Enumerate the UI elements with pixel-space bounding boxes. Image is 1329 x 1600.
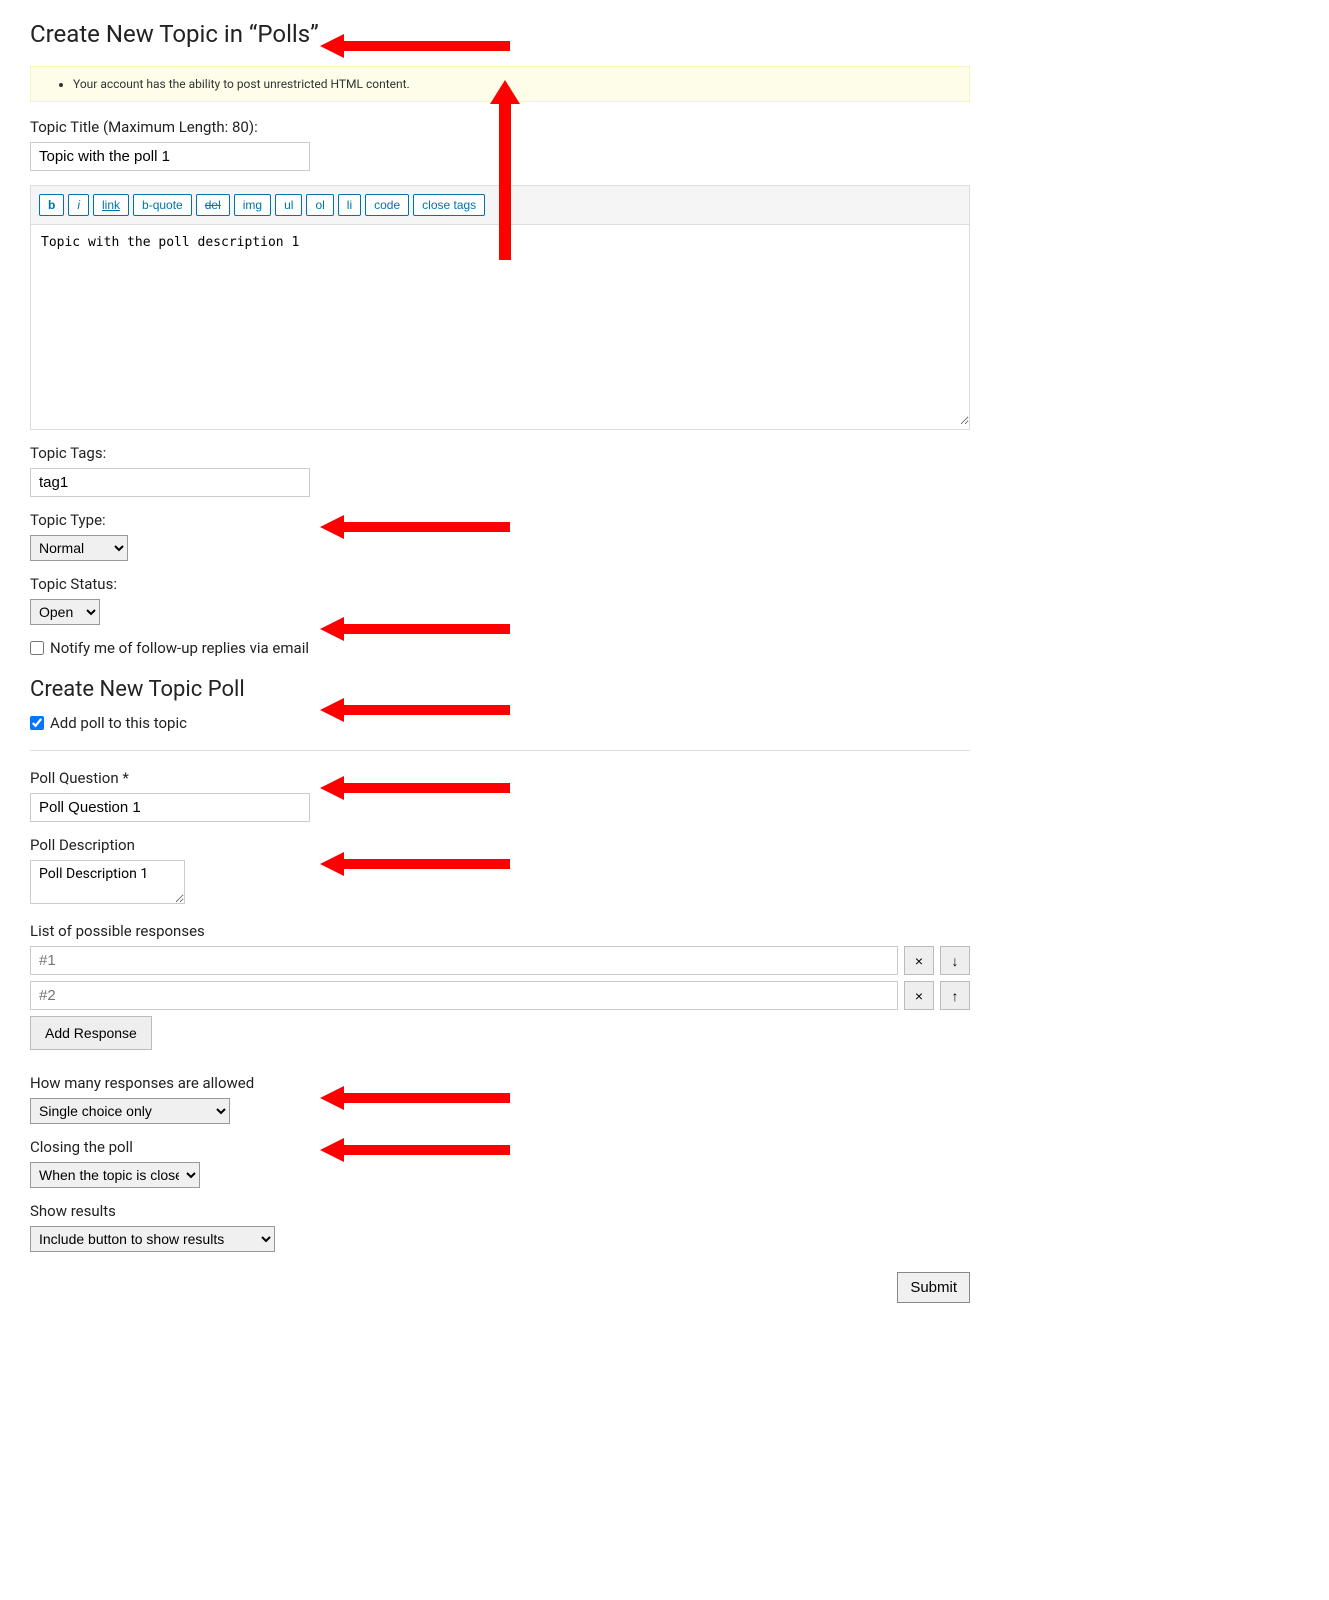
add-poll-checkbox[interactable]: [30, 716, 44, 730]
topic-tags-input[interactable]: [30, 468, 310, 497]
response-down-1[interactable]: ↓: [940, 946, 970, 975]
closing-select[interactable]: When the topic is closed: [30, 1162, 200, 1188]
poll-heading: Create New Topic Poll: [30, 677, 970, 702]
closing-label: Closing the poll: [30, 1138, 970, 1156]
add-poll-label: Add poll to this topic: [50, 714, 187, 732]
show-results-select[interactable]: Include button to show results: [30, 1226, 275, 1252]
notice-text: Your account has the ability to post unr…: [73, 77, 955, 91]
notify-label: Notify me of follow-up replies via email: [50, 639, 309, 657]
page-title: Create New Topic in “Polls”: [30, 20, 970, 48]
response-row: × ↓: [30, 946, 970, 975]
editor-btn-del[interactable]: del: [196, 194, 230, 216]
topic-status-select[interactable]: Open: [30, 599, 100, 625]
response-remove-1[interactable]: ×: [904, 946, 934, 975]
editor-btn-code[interactable]: code: [365, 194, 409, 216]
editor-btn-img[interactable]: img: [234, 194, 271, 216]
responses-label: List of possible responses: [30, 922, 970, 940]
editor-textarea[interactable]: [31, 225, 969, 425]
topic-status-label: Topic Status:: [30, 575, 970, 593]
topic-title-input[interactable]: [30, 142, 310, 171]
editor-btn-ol[interactable]: ol: [306, 194, 333, 216]
notice-box: Your account has the ability to post unr…: [30, 66, 970, 102]
allowed-select[interactable]: Single choice only: [30, 1098, 230, 1124]
response-remove-2[interactable]: ×: [904, 981, 934, 1010]
editor-toolbar: b i link b-quote del img ul ol li code c…: [31, 186, 969, 225]
notify-checkbox[interactable]: [30, 641, 44, 655]
topic-type-label: Topic Type:: [30, 511, 970, 529]
response-up-2[interactable]: ↑: [940, 981, 970, 1010]
poll-question-label: Poll Question *: [30, 769, 970, 787]
editor-btn-bquote[interactable]: b-quote: [133, 194, 192, 216]
editor: b i link b-quote del img ul ol li code c…: [30, 185, 970, 430]
poll-description-textarea[interactable]: [30, 860, 185, 904]
response-input-1[interactable]: [30, 946, 898, 975]
editor-btn-link[interactable]: link: [93, 194, 129, 216]
poll-question-input[interactable]: [30, 793, 310, 822]
topic-title-label: Topic Title (Maximum Length: 80):: [30, 118, 970, 136]
divider: [30, 750, 970, 751]
allowed-label: How many responses are allowed: [30, 1074, 970, 1092]
editor-btn-ul[interactable]: ul: [275, 194, 302, 216]
editor-btn-close[interactable]: close tags: [413, 194, 485, 216]
response-row: × ↑: [30, 981, 970, 1010]
add-response-button[interactable]: Add Response: [30, 1016, 152, 1050]
topic-tags-label: Topic Tags:: [30, 444, 970, 462]
editor-btn-li[interactable]: li: [338, 194, 361, 216]
submit-button[interactable]: Submit: [897, 1272, 970, 1303]
show-results-label: Show results: [30, 1202, 970, 1220]
topic-type-select[interactable]: Normal: [30, 535, 128, 561]
editor-btn-italic[interactable]: i: [68, 194, 89, 216]
poll-description-label: Poll Description: [30, 836, 970, 854]
response-input-2[interactable]: [30, 981, 898, 1010]
editor-btn-bold[interactable]: b: [39, 194, 64, 216]
